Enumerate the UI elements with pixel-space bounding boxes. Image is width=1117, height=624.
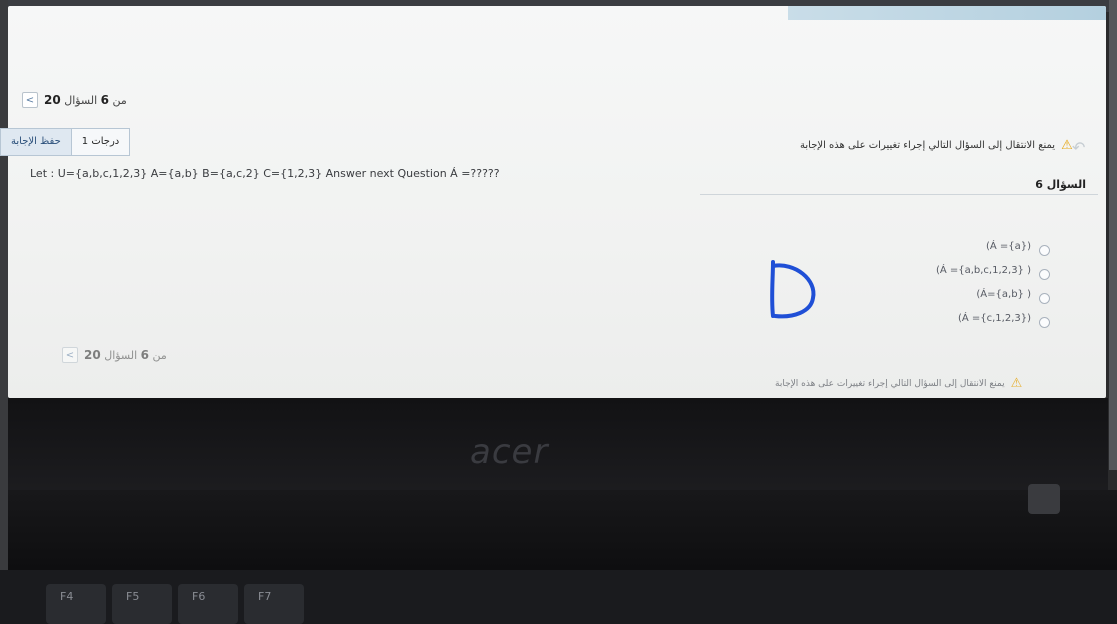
option-radio[interactable] — [1039, 316, 1050, 328]
answer-option[interactable]: (Á={a,b} ) — [900, 282, 1050, 306]
question-toolbar: حفظ الإجابة 1 درجات — [0, 128, 131, 156]
handwritten-d-annotation — [770, 260, 816, 319]
option-label: (Á ={c,1,2,3}) — [957, 312, 1031, 324]
answer-option[interactable]: (Á ={a}) — [900, 234, 1050, 258]
warning-text-bottom: يمنع الانتقال إلى السؤال التالي إجراء تغ… — [775, 378, 1005, 389]
warning-icon: ⚠ — [1010, 376, 1023, 391]
f4-key[interactable]: F4 — [46, 584, 106, 624]
of-label-bottom: من — [152, 349, 167, 362]
option-label: (Á={a,b} ) — [976, 288, 1031, 300]
answer-option[interactable]: (Á ={c,1,2,3}) — [900, 306, 1050, 330]
prev-question-button[interactable]: < — [22, 92, 38, 108]
answer-option[interactable]: (Á ={a,b,c,1,2,3} ) — [900, 258, 1050, 282]
navigation-warning-bottom: ⚠ يمنع الانتقال إلى السؤال التالي إجراء … — [775, 376, 1022, 391]
question-title: السؤال 6 — [1035, 178, 1086, 191]
navigation-warning: ⚠ يمنع الانتقال إلى السؤال التالي إجراء … — [800, 138, 1073, 153]
current-question-number-bottom: 6 — [140, 348, 150, 362]
total-questions-bottom: 20 — [84, 348, 101, 362]
left-bezel — [0, 0, 8, 600]
browser-screen — [8, 6, 1106, 398]
f7-key[interactable]: F7 — [244, 584, 304, 624]
right-bezel — [1109, 0, 1117, 470]
warning-text: يمنع الانتقال إلى السؤال التالي إجراء تغ… — [800, 140, 1056, 151]
answer-options: (Á ={a}) (Á ={a,b,c,1,2,3} ) (Á={a,b} ) … — [900, 234, 1050, 330]
option-radio[interactable] — [1039, 292, 1050, 304]
f6-key[interactable]: F6 — [178, 584, 238, 624]
f5-key[interactable]: F5 — [112, 584, 172, 624]
question-navigation: < 20 من 6 السؤال — [22, 92, 127, 108]
option-label: (Á ={a,b,c,1,2,3} ) — [935, 264, 1031, 276]
return-arrow-icon[interactable]: ↶ — [1072, 138, 1085, 157]
browser-top-bar — [788, 6, 1106, 20]
option-radio[interactable] — [1039, 268, 1050, 280]
warning-icon: ⚠ — [1061, 138, 1073, 153]
laptop-bottom-bezel — [8, 398, 1108, 490]
option-radio[interactable] — [1039, 244, 1050, 256]
grade-badge: 1 درجات — [70, 128, 131, 156]
save-answer-button[interactable]: حفظ الإجابة — [0, 128, 71, 156]
question-navigation-bottom: < 20 من 6 السؤال — [62, 347, 167, 363]
prev-question-button-bottom[interactable]: < — [62, 347, 78, 363]
question-label: السؤال — [64, 94, 98, 107]
total-questions: 20 — [44, 93, 61, 107]
question-counter-bottom: 20 من 6 السؤال — [84, 348, 167, 362]
option-label: (Á ={a}) — [985, 240, 1031, 252]
laptop-brand-logo: acer — [470, 432, 549, 472]
of-label: من — [112, 94, 127, 107]
question-text: Let : U={a,b,c,1,2,3} A={a,b} B={a,c,2} … — [30, 167, 500, 180]
question-counter: 20 من 6 السؤال — [44, 93, 127, 107]
question-label-bottom: السؤال — [104, 349, 138, 362]
laptop-hinge-tab — [1028, 484, 1060, 514]
question-header: السؤال 6 — [700, 176, 1098, 195]
laptop-hinge — [8, 490, 1117, 570]
current-question-number: 6 — [100, 93, 110, 107]
